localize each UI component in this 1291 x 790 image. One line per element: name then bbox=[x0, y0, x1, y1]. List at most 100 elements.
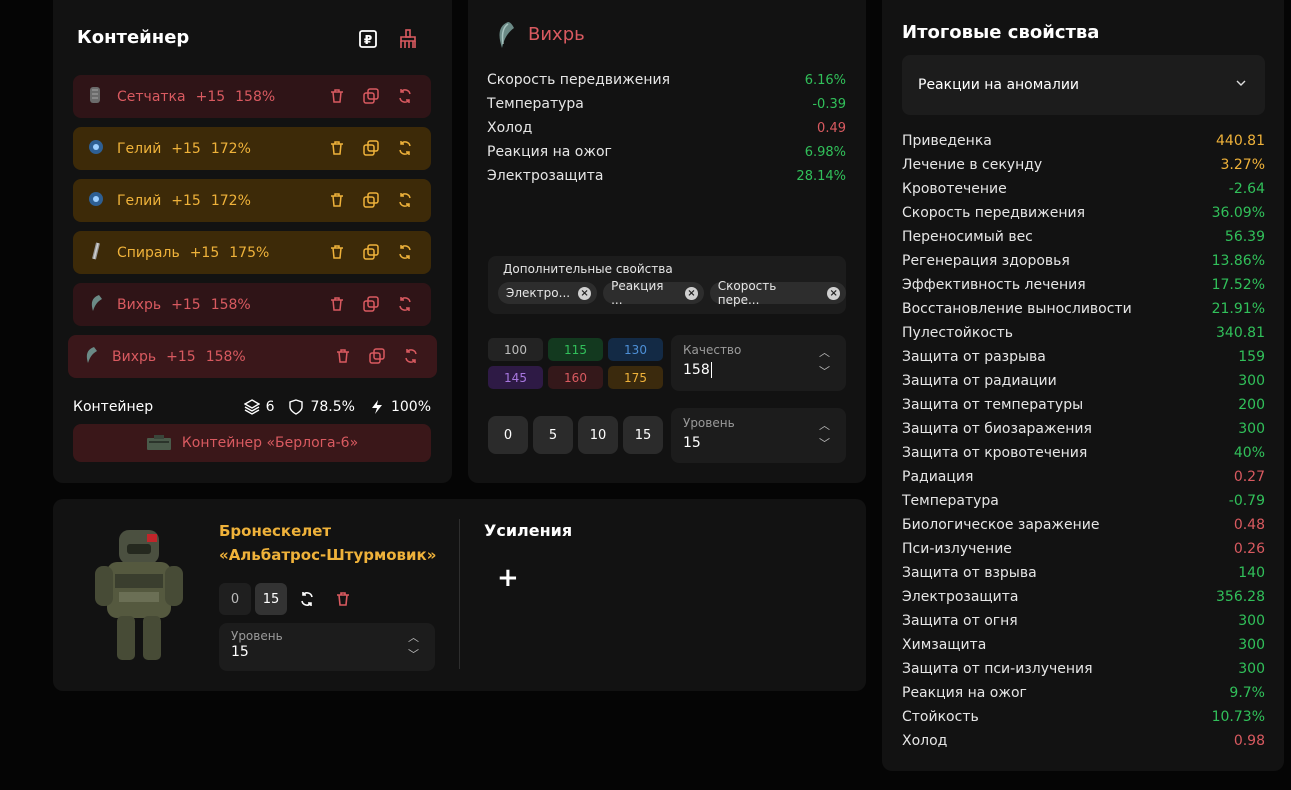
container-footer-label: Контейнер bbox=[73, 399, 154, 415]
level-down-icon[interactable]: ﹀ bbox=[819, 435, 830, 451]
property-chip[interactable]: Скорость пере... × bbox=[709, 279, 846, 307]
refresh-icon[interactable] bbox=[397, 88, 413, 104]
copy-icon[interactable] bbox=[363, 244, 379, 260]
exo-level-15-button[interactable]: 15 bbox=[255, 583, 287, 615]
quality-preset-button[interactable]: 130 bbox=[608, 338, 663, 361]
close-icon[interactable]: × bbox=[827, 286, 840, 300]
property-label: Приведенка bbox=[902, 133, 992, 149]
property-label: Защита от разрыва bbox=[902, 349, 1046, 365]
summary-select-value: Реакции на аномалии bbox=[918, 77, 1080, 93]
level-input[interactable]: 15 bbox=[683, 435, 701, 451]
container-item-row[interactable]: Спираль +15 175% bbox=[73, 231, 431, 274]
container-efficiency: 100% bbox=[390, 399, 431, 415]
trash-icon[interactable] bbox=[329, 88, 345, 104]
property-chip[interactable]: Электро... × bbox=[498, 282, 598, 304]
clear-broom-icon[interactable] bbox=[398, 29, 418, 49]
property-row: Приведенка 440.81 bbox=[902, 129, 1265, 153]
container-item-row[interactable]: Вихрь +15 158% bbox=[68, 335, 437, 378]
exo-refresh-button[interactable] bbox=[291, 583, 323, 615]
add-boost-button[interactable]: + bbox=[497, 563, 519, 593]
property-row: Защита от температуры 200 bbox=[902, 393, 1265, 417]
level-preset-button[interactable]: 15 bbox=[623, 416, 663, 454]
close-icon[interactable]: × bbox=[578, 286, 592, 300]
vortex-artifact-icon bbox=[499, 22, 514, 48]
property-row: Защита от взрыва 140 bbox=[902, 561, 1265, 585]
exo-level-field[interactable]: Уровень 15 ︿ ﹀ bbox=[219, 623, 435, 671]
property-row: Защита от разрыва 159 bbox=[902, 345, 1265, 369]
property-label: Эффективность лечения bbox=[902, 277, 1086, 293]
property-value: 300 bbox=[1238, 661, 1265, 677]
exo-delete-button[interactable] bbox=[327, 583, 359, 615]
container-item-row[interactable]: Гелий +15 172% bbox=[73, 179, 431, 222]
property-label: Реакция на ожог bbox=[902, 685, 1027, 701]
container-protection: 78.5% bbox=[310, 399, 355, 415]
container-item-row[interactable]: Вихрь +15 158% bbox=[73, 283, 431, 326]
summary-category-select[interactable]: Реакции на аномалии bbox=[902, 55, 1265, 115]
container-select-button[interactable]: Контейнер «Берлога-6» bbox=[73, 424, 431, 462]
refresh-icon[interactable] bbox=[397, 244, 413, 260]
quality-preset-button[interactable]: 160 bbox=[548, 366, 603, 389]
level-preset-button[interactable]: 5 bbox=[533, 416, 573, 454]
quality-field[interactable]: Качество 158 ︿ ﹀ bbox=[671, 335, 846, 391]
trash-icon[interactable] bbox=[329, 244, 345, 260]
chip-label: Реакция ... bbox=[611, 279, 664, 307]
trash-icon[interactable] bbox=[329, 192, 345, 208]
container-item-row[interactable]: Сетчатка +15 158% bbox=[73, 75, 431, 118]
item-enchant: +15 bbox=[166, 348, 196, 365]
container-item-row[interactable]: Гелий +15 172% bbox=[73, 127, 431, 170]
property-value: 159 bbox=[1238, 349, 1265, 365]
trash-icon[interactable] bbox=[329, 140, 345, 156]
copy-icon[interactable] bbox=[363, 140, 379, 156]
copy-icon[interactable] bbox=[369, 348, 385, 364]
vortex-artifact-icon bbox=[68, 346, 112, 368]
level-preset-button[interactable]: 10 bbox=[578, 416, 618, 454]
exo-level-input[interactable]: 15 bbox=[231, 644, 249, 660]
property-value: 300 bbox=[1238, 421, 1265, 437]
trash-icon[interactable] bbox=[335, 348, 351, 364]
property-value: 356.28 bbox=[1216, 589, 1265, 605]
property-label: Скорость передвижения bbox=[902, 205, 1085, 221]
property-label: Радиация bbox=[902, 469, 974, 485]
quality-preset-button[interactable]: 145 bbox=[488, 366, 543, 389]
property-value: -0.39 bbox=[812, 96, 846, 112]
level-up-icon[interactable]: ︿ bbox=[819, 417, 830, 433]
container-select-label: Контейнер «Берлога-6» bbox=[181, 435, 359, 451]
quality-down-icon[interactable]: ﹀ bbox=[819, 363, 830, 379]
property-label: Пси-излучение bbox=[902, 541, 1012, 557]
property-row: Биологическое заражение 0.48 bbox=[902, 513, 1265, 537]
property-label: Защита от кровотечения bbox=[902, 445, 1088, 461]
exo-level-0-button[interactable]: 0 bbox=[219, 583, 251, 615]
quality-up-icon[interactable]: ︿ bbox=[819, 344, 830, 360]
item-enchant: +15 bbox=[171, 192, 201, 209]
layers-icon bbox=[243, 399, 260, 415]
price-icon[interactable]: ₽ bbox=[358, 29, 378, 49]
property-row: Регенерация здоровья 13.86% bbox=[902, 249, 1265, 273]
quality-preset-button[interactable]: 115 bbox=[548, 338, 603, 361]
exo-level-down-icon[interactable]: ﹀ bbox=[408, 646, 419, 662]
property-chip[interactable]: Реакция ... × bbox=[603, 279, 704, 307]
quality-input[interactable]: 158 bbox=[683, 362, 712, 378]
level-preset-button[interactable]: 0 bbox=[488, 416, 528, 454]
item-enchant: +15 bbox=[189, 244, 220, 261]
item-name: Спираль bbox=[117, 244, 180, 261]
property-value: 17.52% bbox=[1211, 277, 1265, 293]
refresh-icon[interactable] bbox=[397, 296, 413, 312]
close-icon[interactable]: × bbox=[685, 286, 698, 300]
property-row: Реакция на ожог 6.98% bbox=[487, 140, 846, 164]
property-row: Защита от биозаражения 300 bbox=[902, 417, 1265, 441]
quality-presets: 100 115 130 145 160 175 bbox=[488, 338, 663, 389]
chip-label: Скорость пере... bbox=[717, 279, 777, 307]
refresh-icon[interactable] bbox=[397, 140, 413, 156]
refresh-icon[interactable] bbox=[397, 192, 413, 208]
property-row: Скорость передвижения 36.09% bbox=[902, 201, 1265, 225]
property-row: Электрозащита 356.28 bbox=[902, 585, 1265, 609]
trash-icon[interactable] bbox=[329, 296, 345, 312]
quality-preset-button[interactable]: 175 bbox=[608, 366, 663, 389]
copy-icon[interactable] bbox=[363, 192, 379, 208]
copy-icon[interactable] bbox=[363, 296, 379, 312]
level-field[interactable]: Уровень 15 ︿ ﹀ bbox=[671, 408, 846, 463]
copy-icon[interactable] bbox=[363, 88, 379, 104]
exo-level-up-icon[interactable]: ︿ bbox=[408, 629, 419, 645]
refresh-icon[interactable] bbox=[403, 348, 419, 364]
quality-preset-button[interactable]: 100 bbox=[488, 338, 543, 361]
